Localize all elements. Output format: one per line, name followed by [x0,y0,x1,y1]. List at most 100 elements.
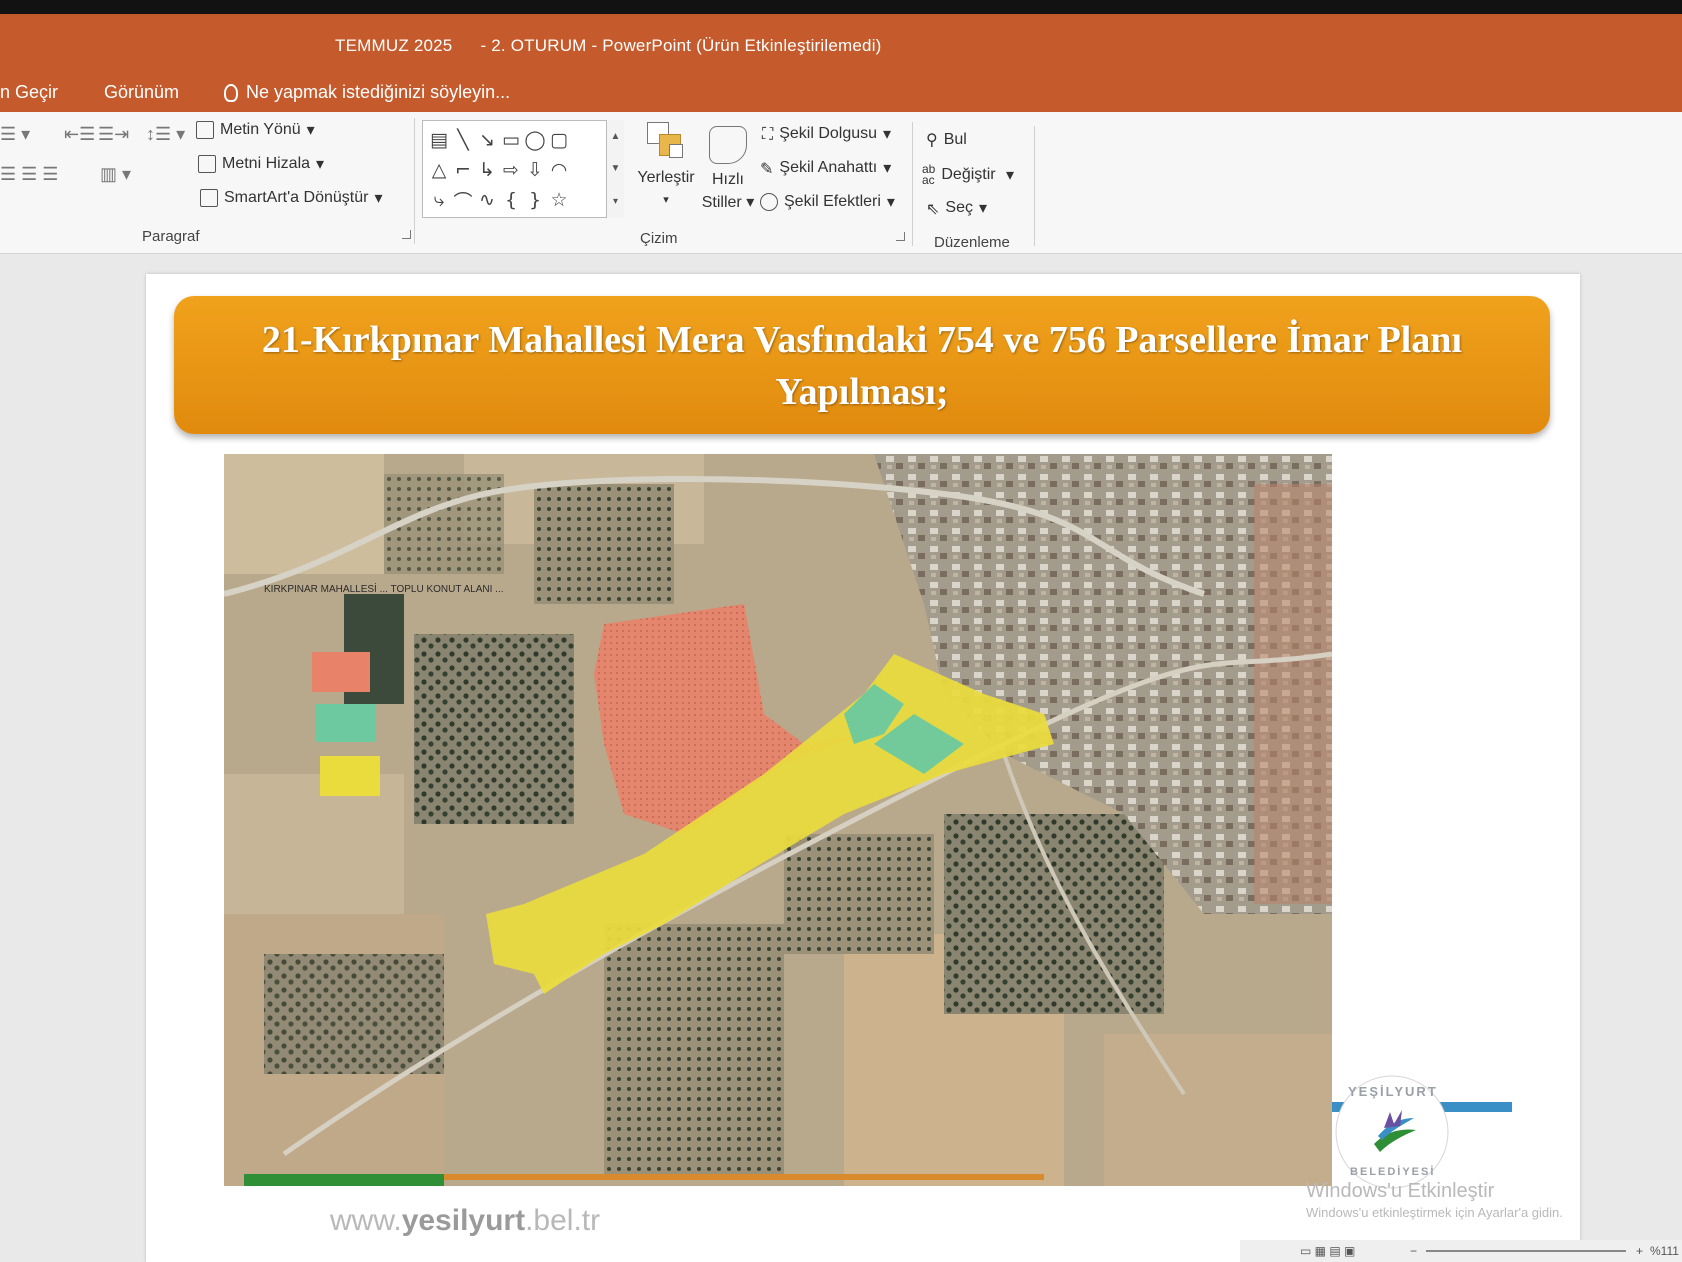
shape-effects-label: Şekil Efektleri [784,193,881,210]
right-arrow-shape-icon[interactable]: ⇨ [499,155,523,185]
quick-styles-button[interactable]: Hızlı Stiller ▾ [700,126,756,214]
legend-swatch-orange [312,652,370,692]
scroll-down-icon[interactable]: ▼ [611,163,621,174]
replace-button[interactable]: ab ac Değiştir ▾ [922,162,1014,187]
tab-transitions[interactable]: n Geçir [0,82,58,103]
align-text-button[interactable]: Metni Hizala ▾ [198,154,324,174]
find-button[interactable]: ⚲ Bul [926,130,967,149]
paragraph-dialog-launcher[interactable] [402,230,411,239]
title-bar: TEMMUZ 2025 - 2. OTURUM - PowerPoint (Ürü… [0,0,1682,76]
text-direction-button[interactable]: Metin Yönü ▾ [196,120,315,140]
website-brand: yesilyurt [401,1204,526,1237]
window-title: TEMMUZ 2025 - 2. OTURUM - PowerPoint (Ürü… [335,36,910,56]
quick-styles-label-2: Stiller [701,194,742,211]
replace-icon: ab ac [922,162,936,187]
lightbulb-icon [224,83,238,102]
slide-title-banner[interactable]: 21-Kırkpınar Mahallesi Mera Vasfındaki 7… [174,296,1550,434]
align-text-label: Metni Hizala [222,155,311,172]
shape-effects-button[interactable]: Şekil Efektleri ▾ [760,192,895,212]
document-name: TEMMUZ 2025 [335,36,453,55]
zoom-slider[interactable] [1426,1250,1626,1252]
group-label-drawing: Çizim [640,230,678,247]
legend-swatch-green [316,704,376,742]
slide-canvas[interactable]: 21-Kırkpınar Mahallesi Mera Vasfındaki 7… [146,274,1580,1262]
effects-icon [760,193,778,211]
more-shapes-icon[interactable]: ▾ [613,196,618,207]
shapes-gallery[interactable]: ▤ ╲ ↘ ▭ ◯ ▢ △ ⌐ ↳ ⇨ ⇩ ◠ ⤷ ⌒ ∿{} ☆ [422,120,620,218]
text-direction-icon [196,121,214,139]
align-buttons[interactable]: ☰ ☰ ☰ [0,164,58,185]
left-brace-icon[interactable]: { [499,185,523,215]
bullets-button[interactable]: ☰ ▾ [0,124,30,145]
elbow-arrow-icon[interactable]: ↳ [475,155,499,185]
municipality-logo: YEŞİLYURT BELEDİYESİ [1334,1074,1450,1190]
group-separator [1034,126,1035,246]
shape-fill-button[interactable]: ⛶ Şekil Dolgusu ▾ [762,124,891,144]
down-arrow-shape-icon[interactable]: ⇩ [523,155,547,185]
shapes-scroll[interactable]: ▲ ▼ ▾ [606,120,624,218]
group-separator [912,122,913,246]
shape-fill-label: Şekil Dolgusu [779,125,878,142]
smartart-button[interactable]: SmartArt'a Dönüştür ▾ [200,188,382,208]
zoom-in-button[interactable]: + [1636,1244,1643,1258]
arrange-button[interactable]: Yerleştir ▾ [630,122,702,212]
view-buttons[interactable]: ▭ ▦ ▤ ▣ [1300,1244,1355,1258]
website-prefix: www. [330,1204,402,1237]
right-brace-icon[interactable]: } [523,185,547,215]
columns-button[interactable]: ▥ ▾ [100,164,131,185]
elbow-connector-icon[interactable]: ⌐ [451,155,475,185]
scroll-up-icon[interactable]: ▲ [611,131,621,142]
footer-bar-orange [444,1174,1044,1180]
arrange-label: Yerleştir [637,169,695,186]
zoom-level[interactable]: %111 [1650,1244,1679,1258]
increase-indent-button[interactable]: ☰⇥ [98,124,129,145]
select-button[interactable]: ⇖ Seç ▾ [926,198,987,218]
map-graphic: KIRKPINAR MAHALLESİ ... TOPLU KONUT ALAN… [224,454,1332,1186]
star-shape-icon[interactable]: ☆ [547,185,571,215]
zoom-out-button[interactable]: − [1410,1244,1417,1258]
oval-shape-icon[interactable]: ◯ [523,125,547,155]
select-label: Seç [945,199,973,216]
satellite-map-image[interactable]: KIRKPINAR MAHALLESİ ... TOPLU KONUT ALAN… [224,454,1332,1186]
tab-view[interactable]: Görünüm [104,82,179,103]
decrease-indent-button[interactable]: ⇤☰ [64,124,95,145]
group-label-paragraph: Paragraf [142,228,200,245]
shape-outline-button[interactable]: ✎ Şekil Anahattı ▾ [760,158,891,178]
drawing-dialog-launcher[interactable] [896,232,905,241]
watermark-line-1: Windows'u Etkinleştir [1306,1180,1495,1202]
group-label-editing: Düzenleme [934,234,1010,251]
watermark-line-2: Windows'u etkinleştirmek için Ayarlar'a … [1306,1205,1563,1220]
status-bar: ▭ ▦ ▤ ▣ − + %111 [1240,1240,1682,1262]
rectangle-shape-icon[interactable]: ▭ [499,125,523,155]
logo-top-text: YEŞİLYURT [1348,1084,1438,1099]
arrange-icon [647,122,685,162]
cursor-icon: ⇖ [926,198,940,218]
textbox-shape-icon[interactable]: ▤ [427,125,451,155]
arc-shape-icon[interactable]: ⌒ [451,185,475,215]
find-label: Bul [943,130,967,148]
text-direction-label: Metin Yönü [220,121,301,138]
quick-styles-label-1: Hızlı [712,171,744,188]
triangle-shape-icon[interactable]: △ [427,155,451,185]
shape-outline-label: Şekil Anahattı [779,159,878,176]
align-text-icon [198,155,216,173]
app-status: - 2. OTURUM - PowerPoint (Ürün Etkinleşt… [480,36,882,55]
line-shape-icon[interactable]: ╲ [451,125,475,155]
activation-watermark: Windows'u Etkinleştir Windows'u etkinleş… [1306,1180,1563,1220]
replace-label: Değiştir [941,166,996,183]
slide-title-line-1: 21-Kırkpınar Mahallesi Mera Vasfındaki 7… [261,319,1463,361]
freeform-shape-icon[interactable]: ◠ [547,155,571,185]
curve-shape-icon[interactable]: ⤷ [427,185,451,215]
map-caption: KIRKPINAR MAHALLESİ ... TOPLU KONUT ALAN… [264,582,504,595]
tell-me-box[interactable]: Ne yapmak istediğinizi söyleyin... [224,82,510,103]
line-spacing-button[interactable]: ↕☰ ▾ [146,124,185,145]
legend-swatch-yellow [320,756,380,796]
wave-shape-icon[interactable]: ∿ [475,185,499,215]
rounded-rect-shape-icon[interactable]: ▢ [547,125,571,155]
arrow-line-shape-icon[interactable]: ↘ [475,125,499,155]
tell-me-text: Ne yapmak istediğinizi söyleyin... [246,82,511,102]
magnifier-icon: ⚲ [926,130,938,149]
website-url: www.yesilyurt.bel.tr [330,1204,600,1238]
footer-bar-green [244,1174,444,1186]
smartart-icon [200,189,218,207]
